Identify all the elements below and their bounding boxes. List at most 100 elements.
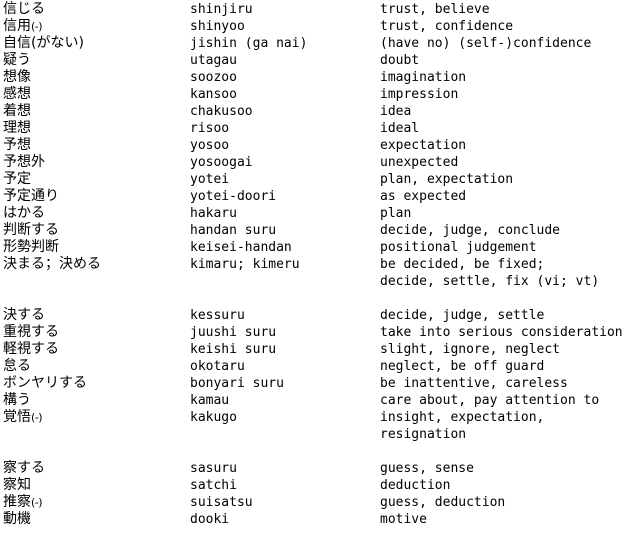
romaji-reading: juushi suru: [190, 325, 277, 340]
vocabulary-row-spacer: [0, 290, 632, 307]
english-definition: trust, believe: [380, 2, 490, 17]
english-definition: plan: [380, 206, 412, 221]
japanese-term: 感想: [3, 86, 31, 102]
english-definition: positional judgement: [380, 240, 537, 255]
english-definition: trust, confidence: [380, 19, 514, 34]
english-definition: decide, judge, settle: [380, 308, 545, 323]
japanese-term-suffix: (-): [31, 411, 43, 424]
vocabulary-row: 覚悟(-) kakugo insight, expectation, resigna…: [0, 409, 632, 443]
japanese-term-base: 推察: [3, 494, 31, 510]
romaji-reading: dooki: [190, 512, 230, 527]
romaji-reading: utagau: [190, 53, 237, 68]
english-definition: doubt: [380, 53, 420, 68]
vocabulary-row: 怠る okotaru neglect, be off guard: [0, 358, 632, 375]
romaji-reading: yosoo: [190, 138, 230, 153]
vocabulary-row: 自信(がない) jishin (ga nai) (have no) (self-)c…: [0, 35, 632, 52]
vocabulary-row: ボンヤリする bonyari suru be inattentive, carele…: [0, 375, 632, 392]
vocabulary-row: 重視する juushi suru take into serious conside…: [0, 324, 632, 341]
romaji-reading: handan suru: [190, 223, 277, 238]
japanese-term: 想像: [3, 69, 31, 85]
romaji-reading: keishi suru: [190, 342, 277, 357]
english-definition: ideal: [380, 121, 420, 136]
romaji-reading: shinjiru: [190, 2, 253, 17]
japanese-term: 察する: [3, 460, 45, 476]
romaji-reading: hakaru: [190, 206, 237, 221]
vocabulary-row: 信じる shinjiru trust, believe: [0, 1, 632, 18]
english-definition: guess, deduction: [380, 495, 506, 510]
romaji-reading: shinyoo: [190, 19, 245, 34]
romaji-reading: kakugo: [190, 410, 237, 425]
romaji-reading: bonyari suru: [190, 376, 284, 391]
vocabulary-row: 予想外 yosoogai unexpected: [0, 154, 632, 171]
japanese-term: 形勢判断: [3, 239, 59, 255]
english-definition: impression: [380, 87, 459, 102]
vocabulary-row: 決する kessuru decide, judge, settle: [0, 307, 632, 324]
english-definition: (have no) (self-)confidence: [380, 36, 592, 51]
english-definition: motive: [380, 512, 427, 527]
japanese-term: 決する: [3, 307, 45, 323]
japanese-term: 判断する: [3, 222, 59, 238]
english-definition: as expected: [380, 189, 467, 204]
vocabulary-row: 動機 dooki motive: [0, 511, 632, 528]
english-definition: expectation: [380, 138, 467, 153]
english-definition: decide, judge, conclude: [380, 223, 561, 238]
japanese-term: 信用(-): [0, 18, 190, 35]
vocabulary-row: 判断する handan suru decide, judge, conclude: [0, 222, 632, 239]
japanese-term: 疑う: [3, 52, 31, 68]
english-definition: take into serious consideration: [380, 325, 623, 340]
romaji-reading: okotaru: [190, 359, 245, 374]
japanese-term: 推察(-): [0, 494, 190, 511]
japanese-term: はかる: [3, 205, 45, 221]
romaji-reading: kessuru: [190, 308, 245, 323]
vocabulary-row: 察知 satchi deduction: [0, 477, 632, 494]
romaji-reading: risoo: [190, 121, 230, 136]
japanese-term-suffix: (-): [31, 496, 43, 509]
japanese-term-base: 覚悟: [3, 409, 31, 425]
romaji-reading: suisatsu: [190, 495, 253, 510]
vocabulary-row: はかる hakaru plan: [0, 205, 632, 222]
vocabulary-row: 軽視する keishi suru slight, ignore, neglect: [0, 341, 632, 358]
vocabulary-row: 構う kamau care about, pay attention to: [0, 392, 632, 409]
english-definition: guess, sense: [380, 461, 474, 476]
english-definition: idea: [380, 104, 412, 119]
japanese-term: 怠る: [3, 358, 31, 374]
english-definition: slight, ignore, neglect: [380, 342, 561, 357]
vocabulary-table: 信じる shinjiru trust, believe 信用(-) shinyoo tru…: [0, 0, 632, 528]
romaji-reading: satchi: [190, 478, 237, 493]
romaji-reading: jishin (ga nai): [190, 36, 308, 51]
vocabulary-row: 感想 kansoo impression: [0, 86, 632, 103]
english-definition: be decided, be fixed; decide, settle, fi…: [380, 257, 600, 289]
japanese-term: 理想: [3, 120, 31, 136]
japanese-term: 重視する: [3, 324, 59, 340]
romaji-reading: kansoo: [190, 87, 237, 102]
japanese-term: 構う: [3, 392, 31, 408]
vocabulary-row: 予定通り yotei-doori as expected: [0, 188, 632, 205]
vocabulary-row: 決まる；決める kimaru; kimeru be decided, be fixe…: [0, 256, 632, 290]
vocabulary-row: 予想 yosoo expectation: [0, 137, 632, 154]
romaji-reading: kamau: [190, 393, 230, 408]
japanese-term: 決まる；決める: [3, 256, 101, 272]
romaji-reading: sasuru: [190, 461, 237, 476]
vocabulary-row: 推察(-) suisatsu guess, deduction: [0, 494, 632, 511]
japanese-term: 予想: [3, 137, 31, 153]
romaji-reading: keisei-handan: [190, 240, 292, 255]
english-definition: unexpected: [380, 155, 459, 170]
english-definition: be inattentive, careless: [380, 376, 568, 391]
vocabulary-row: 疑う utagau doubt: [0, 52, 632, 69]
english-definition: plan, expectation: [380, 172, 514, 187]
japanese-term: 予定: [3, 171, 31, 187]
vocabulary-row: 想像 soozoo imagination: [0, 69, 632, 86]
english-definition: deduction: [380, 478, 451, 493]
vocabulary-row: 着想 chakusoo idea: [0, 103, 632, 120]
japanese-term: 察知: [3, 477, 31, 493]
japanese-term: 予定通り: [3, 188, 59, 204]
japanese-term: 軽視する: [3, 341, 59, 357]
romaji-reading: yosoogai: [190, 155, 253, 170]
vocabulary-row-spacer: [0, 443, 632, 460]
english-definition: imagination: [380, 70, 467, 85]
romaji-reading: soozoo: [190, 70, 237, 85]
japanese-term: 自信(がない): [3, 35, 84, 51]
japanese-term: 予想外: [3, 154, 45, 170]
japanese-term: 覚悟(-): [0, 409, 190, 426]
vocabulary-row: 理想 risoo ideal: [0, 120, 632, 137]
